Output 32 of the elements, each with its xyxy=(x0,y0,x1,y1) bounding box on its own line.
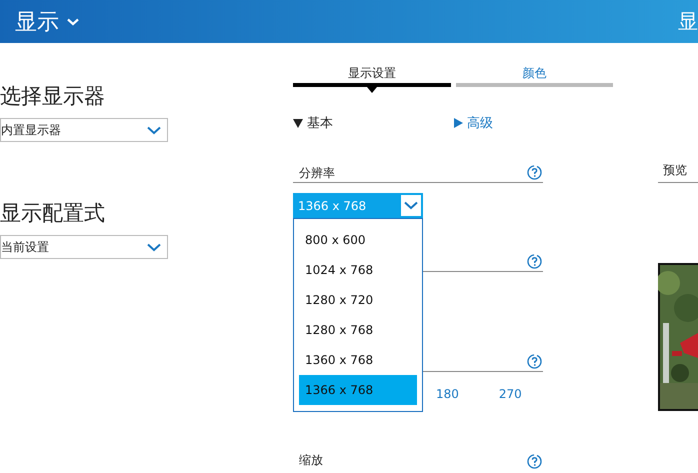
select-field[interactable]: 当前设置 xyxy=(0,235,168,259)
header-text: 显 xyxy=(678,8,698,35)
resolution-option[interactable]: 1360 x 768 xyxy=(299,345,417,375)
help-icon[interactable] xyxy=(527,354,542,369)
setting-label: 分辨率 xyxy=(299,165,335,182)
help-icon[interactable] xyxy=(527,254,542,269)
section-title: 显示配置式 xyxy=(0,200,106,227)
setting-label: 缩放 xyxy=(299,452,323,469)
help-icon[interactable] xyxy=(527,454,542,469)
triangle-right-icon xyxy=(454,118,463,128)
tab[interactable]: 颜色 xyxy=(456,65,613,93)
tab[interactable]: 显示设置 xyxy=(293,65,451,93)
rotation-option[interactable]: 180 xyxy=(436,387,459,401)
select-field[interactable]: 内置显示器 xyxy=(0,118,168,142)
resolution-option[interactable]: 1280 x 720 xyxy=(299,285,417,315)
section-toggle[interactable]: 基本 xyxy=(293,115,454,131)
resolution-option[interactable]: 1280 x 768 xyxy=(299,315,417,345)
section-title: 选择显示器 xyxy=(0,83,106,110)
section-toggle[interactable]: 高级 xyxy=(454,115,615,131)
help-icon[interactable] xyxy=(527,165,542,180)
rotation-option[interactable]: 270 xyxy=(498,387,522,401)
resolution-option[interactable]: 1366 x 768 xyxy=(299,375,417,405)
pointer-icon xyxy=(367,87,377,93)
page-title[interactable]: 显示 xyxy=(15,6,59,36)
resolution-option[interactable]: 1024 x 768 xyxy=(299,255,417,285)
resolution-option[interactable]: 800 x 600 xyxy=(299,225,417,255)
preview-label: 预览 xyxy=(658,162,698,183)
chevron-icon[interactable] xyxy=(67,18,79,26)
triangle-down-icon xyxy=(293,118,303,128)
chevron-icon xyxy=(147,242,161,252)
chevron-icon xyxy=(147,126,161,134)
chevron-icon xyxy=(404,201,418,210)
